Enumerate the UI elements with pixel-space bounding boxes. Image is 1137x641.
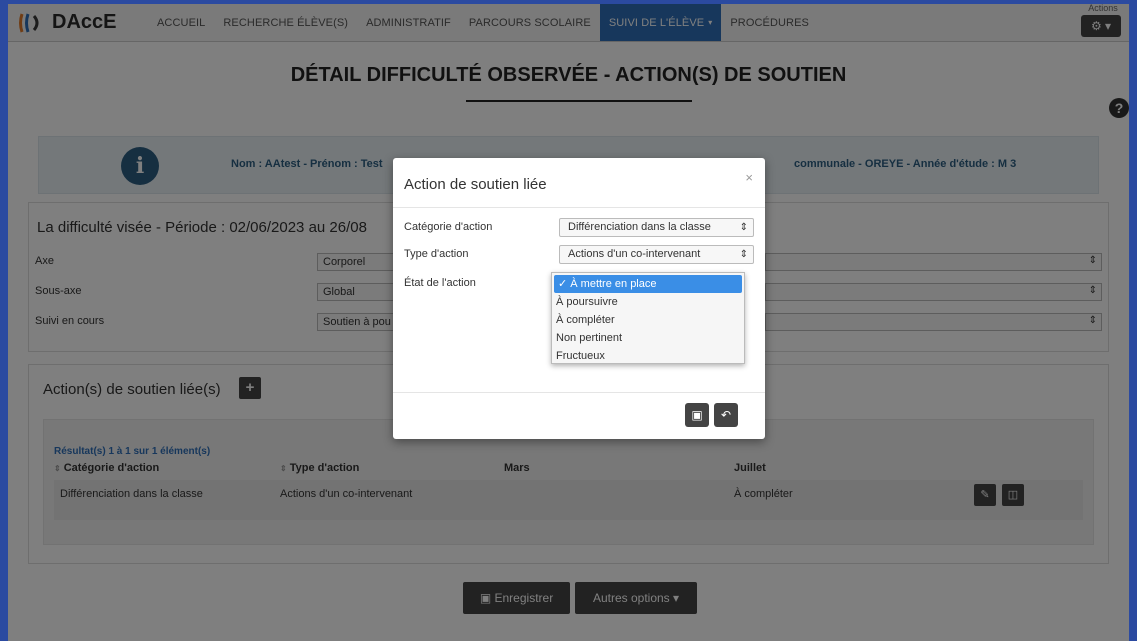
save-icon: ▣ <box>691 408 703 422</box>
undo-icon: ↶ <box>720 408 732 422</box>
updown-icon: ⇕ <box>739 222 748 233</box>
option-a-completer[interactable]: À compléter <box>552 311 744 329</box>
option-non-pertinent[interactable]: Non pertinent <box>552 329 744 347</box>
modal-footer: ▣ ↶ <box>393 392 765 439</box>
type-value: Actions d'un co-intervenant <box>568 248 701 260</box>
etat-dropdown-list: ✓ À mettre en place À poursuivre À compl… <box>551 272 745 364</box>
type-row: Type d'action Actions d'un co-intervenan… <box>404 245 754 265</box>
categorie-select[interactable]: Différenciation dans la classe ⇕ <box>559 218 754 237</box>
option-fructueux[interactable]: Fructueux <box>552 347 744 365</box>
type-label: Type d'action <box>404 248 469 260</box>
modal-header: Action de soutien liée × <box>393 158 765 208</box>
modal-title: Action de soutien liée <box>404 176 547 193</box>
option-a-mettre-en-place[interactable]: ✓ À mettre en place <box>554 275 742 293</box>
categorie-row: Catégorie d'action Différenciation dans … <box>404 218 754 238</box>
option-a-poursuivre[interactable]: À poursuivre <box>552 293 744 311</box>
modal-cancel-button[interactable]: ↶ <box>714 403 738 427</box>
support-action-modal: Action de soutien liée × Catégorie d'act… <box>393 158 765 439</box>
etat-label: État de l'action <box>404 277 476 289</box>
close-icon[interactable]: × <box>745 170 753 185</box>
updown-icon: ⇕ <box>739 249 748 260</box>
categorie-label: Catégorie d'action <box>404 221 493 233</box>
type-select[interactable]: Actions d'un co-intervenant ⇕ <box>559 245 754 264</box>
modal-save-button[interactable]: ▣ <box>685 403 709 427</box>
categorie-value: Différenciation dans la classe <box>568 221 711 233</box>
